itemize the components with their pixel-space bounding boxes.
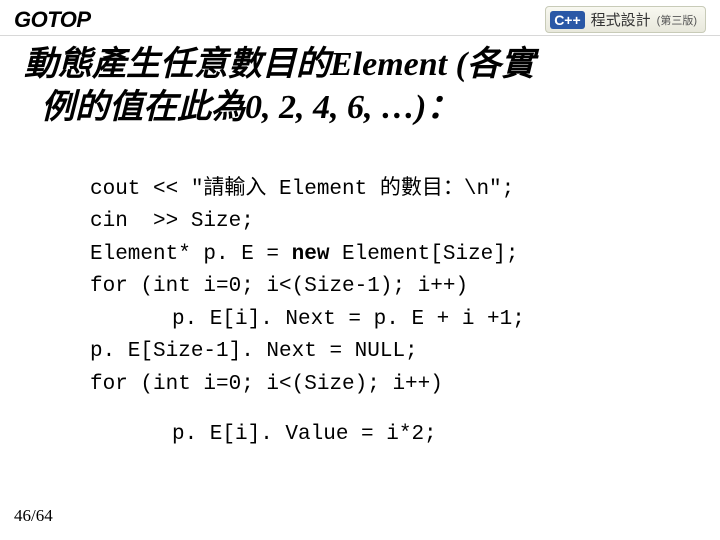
publisher-logo: GOTOP xyxy=(14,7,91,33)
code-line-1: cout << "請輸入 Element 的數目：\n"; xyxy=(90,174,514,207)
code-line-3: Element* p. E = new Element[Size]; xyxy=(90,239,518,272)
title-line1-cjk-tail: 各實 xyxy=(467,46,535,83)
title-line2-latin: 0, 2, 4, 6, …) xyxy=(245,89,426,126)
code-line-5: p. E[i]. Next = p. E + i +1; xyxy=(90,304,525,337)
title-line2-cjk-tail: ： xyxy=(426,89,460,126)
title-line2-cjk: 例的值在此為 xyxy=(41,89,245,126)
slide-title: 動態產生任意數目的Element (各實 例的值在此為0, 2, 4, 6, …… xyxy=(0,36,720,129)
keyword-new: new xyxy=(292,243,330,266)
code-line-2: cin >> Size; xyxy=(90,206,254,239)
code-block: cout << "請輸入 Element 的數目：\n"; cin >> Siz… xyxy=(0,129,720,452)
code-line-6: p. E[Size-1]. Next = NULL; xyxy=(90,336,418,369)
slide-header: GOTOP C++ 程式設計 (第三版) xyxy=(0,0,720,36)
title-line1-latin: Element ( xyxy=(330,46,467,83)
book-title-text: 程式設計 xyxy=(591,9,651,30)
title-line1-cjk: 動態產生任意數目的 xyxy=(24,46,330,83)
book-badge: C++ 程式設計 (第三版) xyxy=(545,6,706,33)
code-line-4: for (int i=0; i<(Size-1); i++) xyxy=(90,271,468,304)
code-line-3a: Element* p. E = xyxy=(90,243,292,266)
code-line-7: for (int i=0; i<(Size); i++) xyxy=(90,369,443,402)
code-line-8: p. E[i]. Value = i*2; xyxy=(90,419,437,452)
book-edition: (第三版) xyxy=(657,12,697,28)
page-number: 46/64 xyxy=(14,506,53,526)
language-badge: C++ xyxy=(550,11,584,29)
code-line-3b: Element[Size]; xyxy=(329,243,518,266)
